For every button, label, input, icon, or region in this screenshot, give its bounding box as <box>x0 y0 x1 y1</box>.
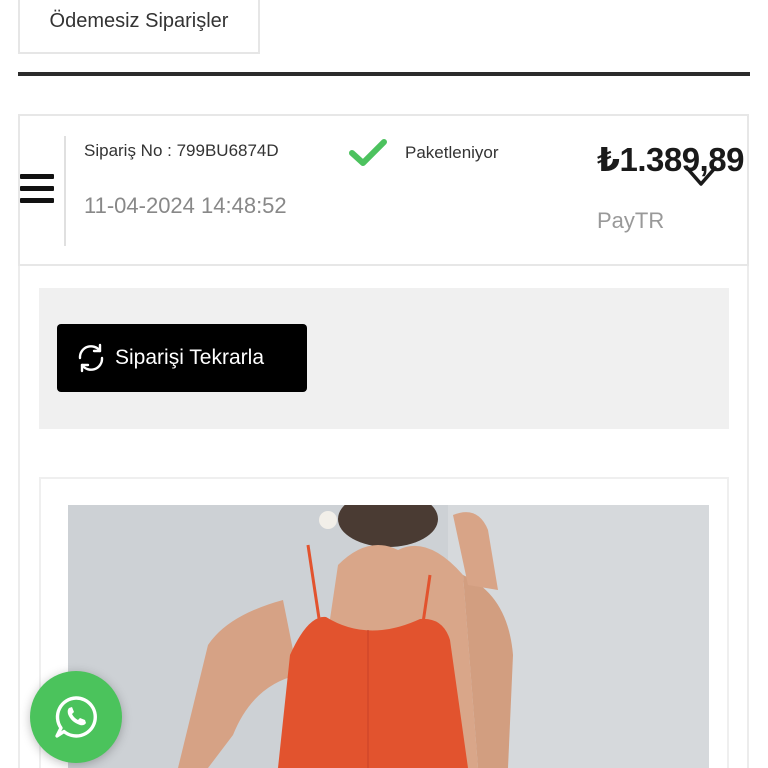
check-icon <box>349 139 387 166</box>
refresh-icon <box>78 343 104 373</box>
whatsapp-chat-button[interactable] <box>30 671 122 763</box>
tab-unpaid-orders[interactable]: Ödemesiz Siparişler <box>18 0 260 54</box>
tab-unpaid-orders-label: Ödemesiz Siparişler <box>49 9 229 32</box>
hamburger-menu-icon[interactable] <box>20 174 54 204</box>
order-card-separator <box>64 136 66 246</box>
order-total: ₺1.389,89 <box>597 141 744 178</box>
order-date: 11-04-2024 14:48:52 <box>84 193 287 218</box>
order-number: Sipariş No : 799BU6874D <box>84 141 279 160</box>
payment-method: PayTR <box>597 208 665 233</box>
order-card <box>18 114 749 266</box>
chevron-down-icon[interactable] <box>684 160 718 190</box>
reorder-button-label: Siparişi Tekrarla <box>115 346 264 369</box>
order-status: Paketleniyor <box>405 143 499 162</box>
whatsapp-icon <box>55 696 97 738</box>
reorder-button[interactable]: Siparişi Tekrarla <box>57 324 307 392</box>
tab-divider <box>18 72 750 76</box>
product-image[interactable] <box>68 505 709 768</box>
product-photo-illustration <box>68 505 709 768</box>
